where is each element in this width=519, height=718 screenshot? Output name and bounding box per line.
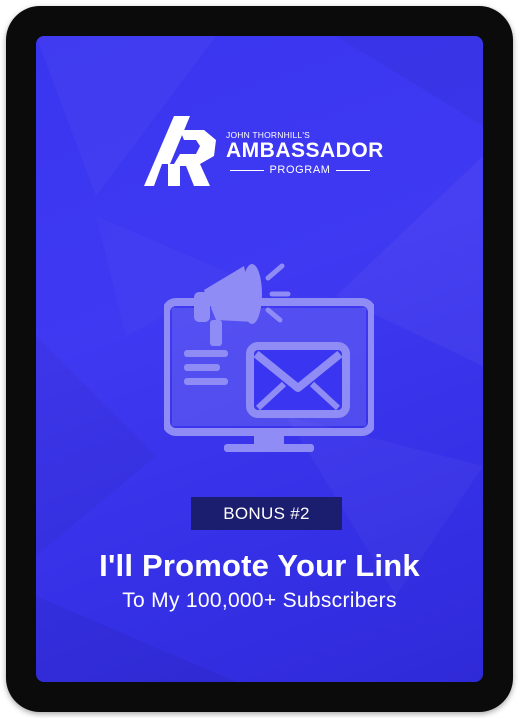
- email-marketing-illustration: [164, 263, 374, 452]
- ebook-cover: JOHN THORNHILL'S AMBASSADOR PROGRAM BONU…: [36, 36, 483, 682]
- cover-subtitle: To My 100,000+ Subscribers: [122, 589, 397, 612]
- tablet-frame: JOHN THORNHILL'S AMBASSADOR PROGRAM BONU…: [6, 6, 513, 712]
- logo-title: AMBASSADOR: [226, 139, 384, 162]
- logo-divider-right: [335, 169, 371, 171]
- logo-program-label: PROGRAM: [269, 164, 331, 176]
- ap-monogram-icon: [144, 116, 216, 186]
- logo-divider-left: [230, 169, 265, 171]
- envelope-icon: [246, 342, 350, 418]
- cover-title: I'll Promote Your Link: [99, 548, 420, 583]
- ambassador-program-logo: JOHN THORNHILL'S AMBASSADOR PROGRAM: [144, 108, 384, 188]
- bonus-badge: BONUS #2: [191, 497, 342, 530]
- logo-program-row: PROGRAM: [230, 163, 371, 177]
